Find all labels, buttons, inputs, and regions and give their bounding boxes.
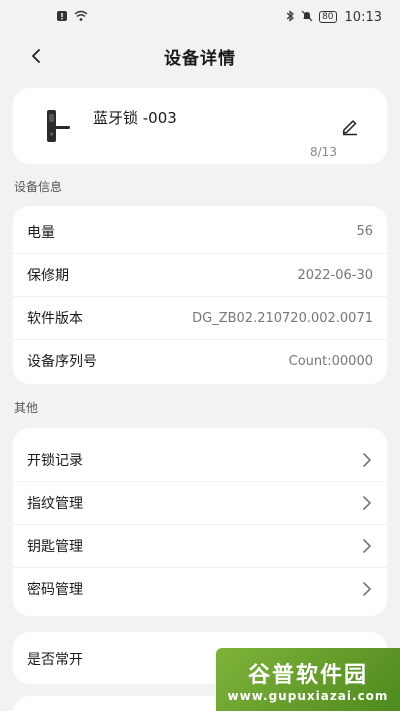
- info-label: 电量: [27, 224, 55, 241]
- watermark-title: 谷普软件园: [247, 662, 368, 688]
- status-right: 80 10:13: [286, 10, 382, 25]
- section-label-other: 其他: [14, 401, 39, 415]
- info-value: 56: [356, 224, 373, 239]
- info-value: 2022-06-30: [297, 267, 373, 283]
- menu-item-label: 钥匙管理: [27, 539, 83, 555]
- chevron-right-icon: [363, 582, 371, 596]
- info-row-serial-number: 设备序列号 Count:00000: [13, 339, 387, 382]
- header: 设备详情: [0, 34, 400, 78]
- info-label: 软件版本: [27, 311, 83, 327]
- sim-alert-icon: [56, 10, 68, 24]
- watermark-url: www.gupuxiazai.com: [227, 688, 389, 703]
- status-left: [56, 10, 88, 24]
- chevron-right-icon: [363, 539, 371, 553]
- edit-name-button[interactable]: [339, 115, 361, 137]
- menu-item-label: 指纹管理: [27, 496, 83, 512]
- chevron-left-icon: [32, 49, 40, 63]
- menu-item-unlock-records[interactable]: 开锁记录: [13, 438, 387, 481]
- device-count: 8/13: [310, 145, 337, 159]
- section-label-device-info: 设备信息: [14, 180, 63, 194]
- clock: 10:13: [344, 9, 382, 25]
- info-row-warranty: 保修期 2022-06-30: [13, 253, 387, 296]
- pencil-icon: [342, 120, 357, 136]
- chevron-right-icon: [363, 452, 371, 467]
- menu-item-label: 开锁记录: [27, 452, 83, 469]
- battery-icon: 80: [319, 11, 337, 23]
- mute-icon: [301, 10, 313, 24]
- menu-item-fingerprint-management[interactable]: 指纹管理: [13, 481, 387, 524]
- menu-item-password-management[interactable]: 密码管理: [13, 567, 387, 610]
- watermark-logo: 谷普软件园 www.gupuxiazai.com: [216, 648, 400, 711]
- status-bar: 80 10:13: [0, 0, 400, 34]
- chevron-right-icon: [363, 496, 371, 510]
- always-open-label: 是否常开: [27, 651, 83, 668]
- device-card[interactable]: 蓝牙锁 -003 8/13: [13, 88, 387, 164]
- bluetooth-icon: [286, 10, 295, 24]
- other-card: 开锁记录 指纹管理 钥匙管理 密码管理: [13, 428, 387, 616]
- device-name: 蓝牙锁 -003: [93, 109, 177, 127]
- menu-item-key-management[interactable]: 钥匙管理: [13, 524, 387, 567]
- info-label: 保修期: [27, 268, 69, 284]
- menu-item-label: 密码管理: [27, 582, 83, 598]
- info-label: 设备序列号: [27, 354, 97, 370]
- back-button[interactable]: [24, 44, 48, 68]
- wifi-icon: [74, 10, 88, 24]
- info-row-battery: 电量 56: [13, 210, 387, 253]
- page-title: 设备详情: [164, 48, 236, 69]
- info-value: DG_ZB02.210720.002.0071: [192, 310, 373, 326]
- info-row-software-version: 软件版本 DG_ZB02.210720.002.0071: [13, 296, 387, 339]
- info-value: Count:00000: [288, 353, 373, 369]
- device-info-card: 电量 56 保修期 2022-06-30 软件版本 DG_ZB02.210720…: [13, 206, 387, 384]
- door-lock-icon: [39, 108, 75, 144]
